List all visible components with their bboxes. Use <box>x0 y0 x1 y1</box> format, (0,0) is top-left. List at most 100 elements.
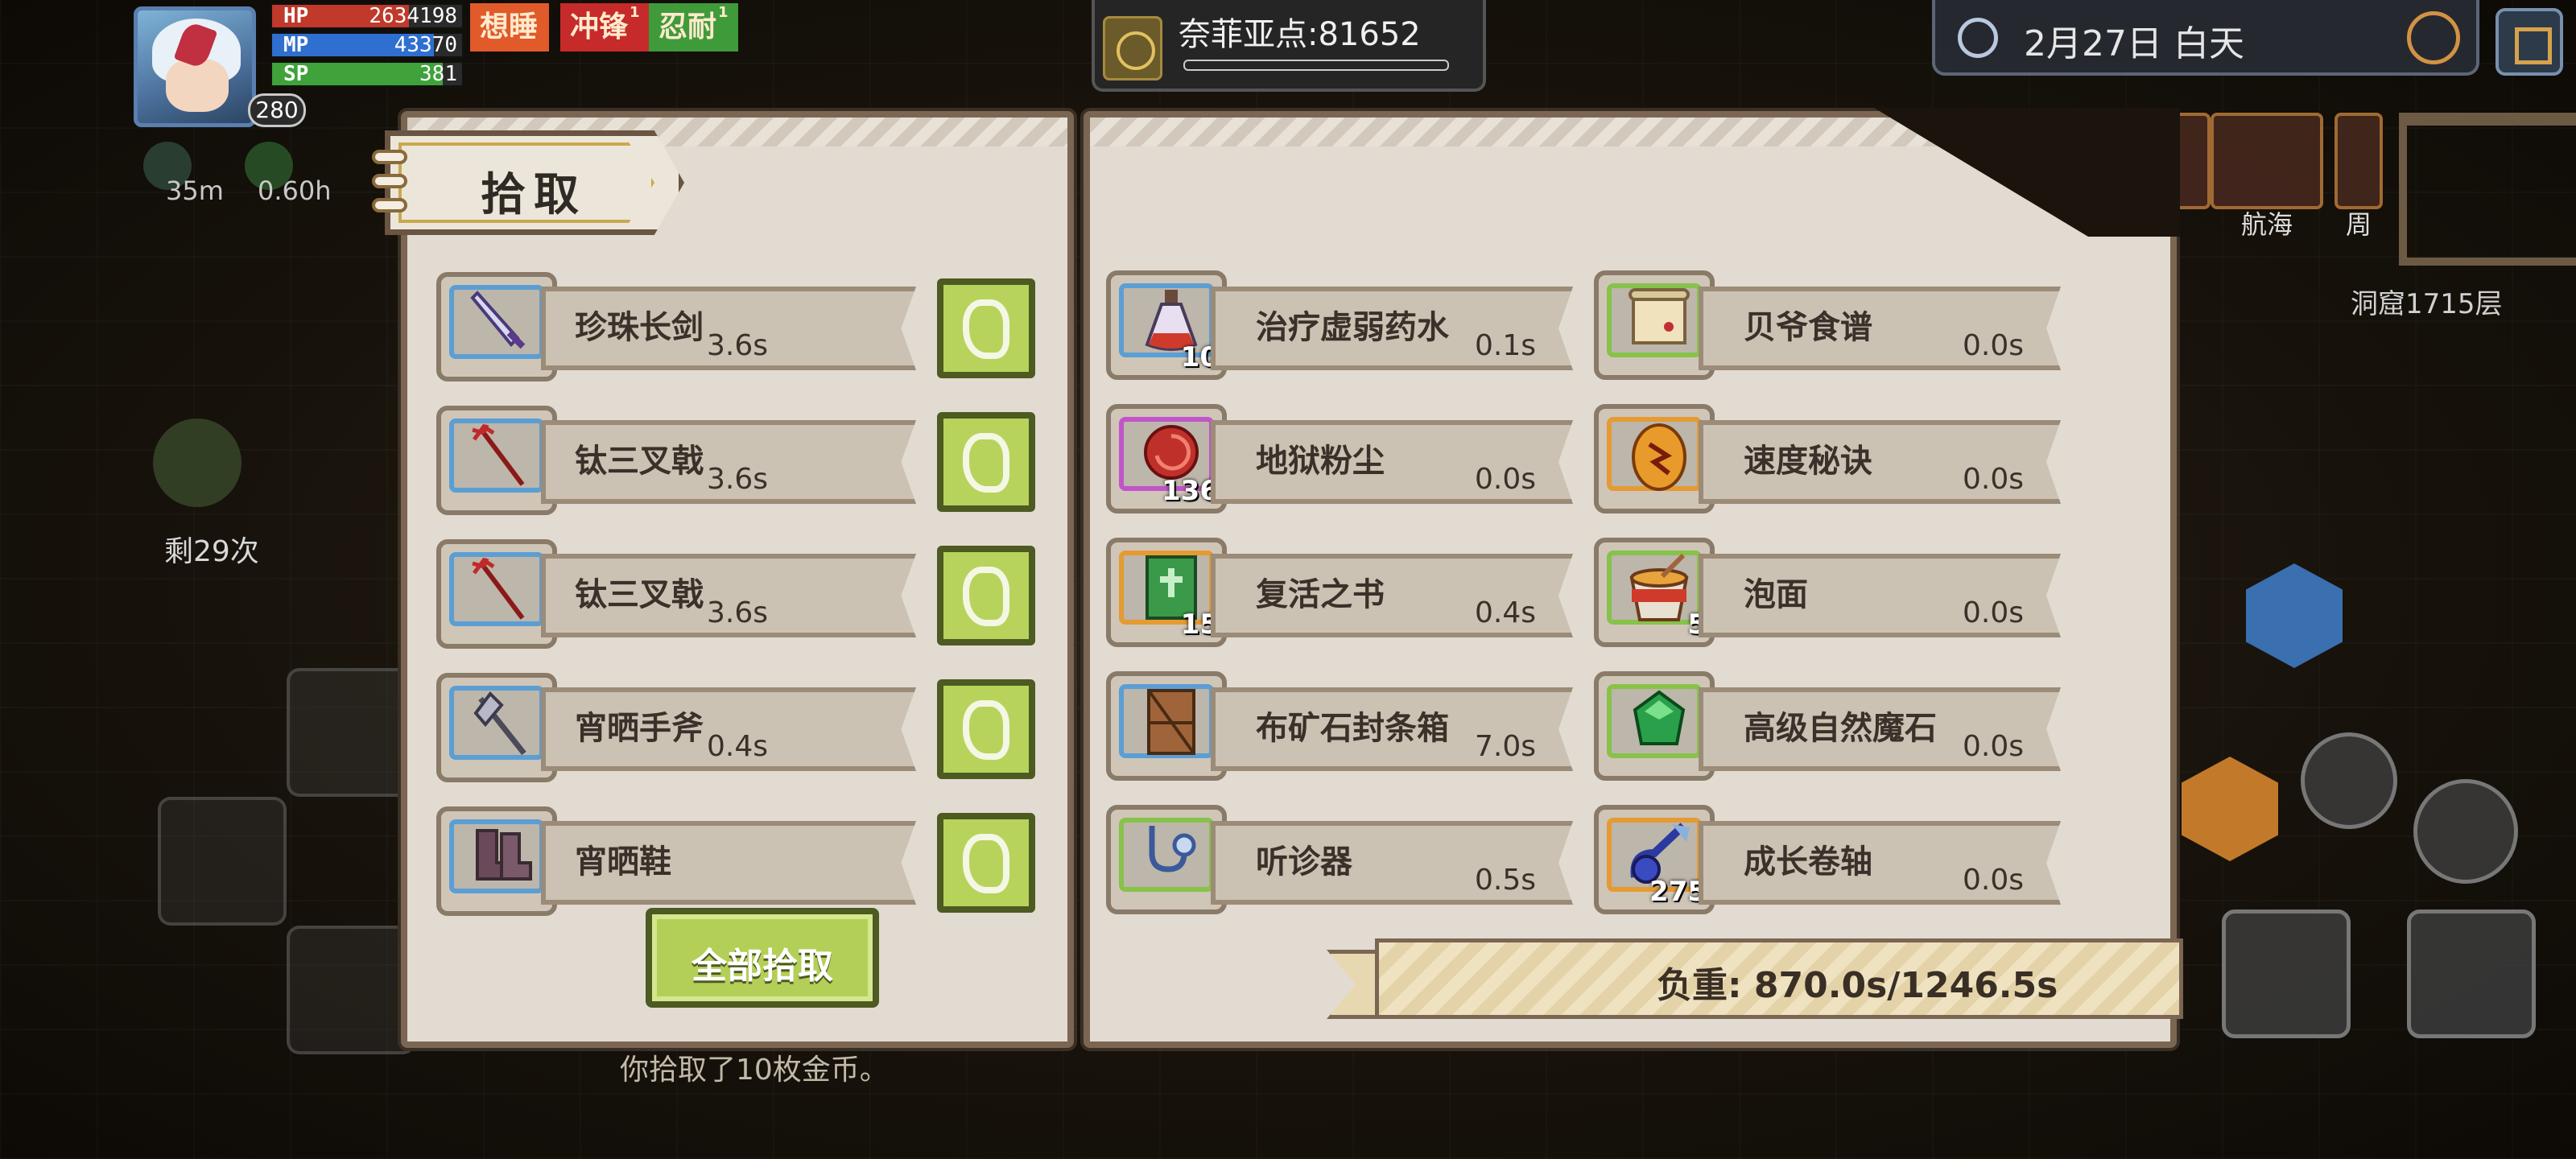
exit-button[interactable] <box>2496 8 2563 76</box>
ring-icon <box>372 150 407 164</box>
list-item[interactable]: 钛三叉戟 3.6s <box>436 406 1053 515</box>
crossed-swords-icon[interactable] <box>153 419 242 507</box>
message-log: 你拾取了10枚金币。 <box>620 1054 889 1087</box>
nephia-points-panel[interactable]: 奈菲亚点:81652 <box>1092 0 1486 92</box>
item-slot <box>1594 671 1715 781</box>
item-slot: 275 <box>1594 805 1715 914</box>
item-slot: 136 <box>1106 404 1227 514</box>
item-plate: 高级自然魔石 0.0s <box>1699 687 2061 771</box>
item-plate: 布矿石封条箱 7.0s <box>1211 687 1573 771</box>
date-text: 2月27日 白天 <box>2024 23 2244 64</box>
bow-attack-button[interactable] <box>2407 909 2536 1038</box>
list-item[interactable]: 宵晒鞋 <box>436 806 1053 916</box>
pick-button[interactable] <box>937 278 1035 378</box>
sp-bar: SP 381 <box>270 61 464 87</box>
right-icon-sailing[interactable]: 航海 <box>2211 113 2323 240</box>
item-slot: 5 <box>1594 538 1715 647</box>
date-panel: 2月27日 白天 <box>1932 0 2479 76</box>
sun-icon <box>1958 18 1998 58</box>
item-plate: 成长卷轴 0.0s <box>1699 821 2061 905</box>
mp-value: 43370 <box>394 33 457 57</box>
star-button[interactable] <box>2413 779 2518 884</box>
axe-icon <box>473 691 526 756</box>
right-icon-weekly[interactable]: 周 <box>2334 113 2383 240</box>
pickup-items-panel: 10 治疗虚弱药水 0.1s 136 地狱粉尘 0.0s 15 复活之书 0.4s <box>1084 108 2180 1048</box>
item-plate: 宵晒手斧 0.4s <box>541 687 916 771</box>
grid-item[interactable]: 高级自然魔石 0.0s <box>1594 671 2077 781</box>
dpad-up[interactable] <box>287 668 415 797</box>
hand-icon <box>963 567 1009 626</box>
noodle-icon <box>1629 554 1689 621</box>
grid-item[interactable]: 136 地狱粉尘 0.0s <box>1106 404 1589 514</box>
ring-icon <box>372 174 407 188</box>
level-badge: 280 <box>248 93 306 127</box>
item-slot <box>1594 404 1715 514</box>
item-plate: 复活之书 0.4s <box>1211 554 1573 637</box>
item-slot <box>1594 270 1715 380</box>
item-name: 宵晒鞋 <box>575 843 671 881</box>
item-slot: 15 <box>1106 538 1227 647</box>
remaining-count: 剩29次 <box>164 535 259 568</box>
grid-item[interactable]: 275 成长卷轴 0.0s <box>1594 805 2077 914</box>
time-rate-text: 0.60h <box>258 175 332 206</box>
nephia-emblem-icon <box>1103 16 1162 80</box>
buff-sleepy[interactable]: 想睡 <box>470 3 550 52</box>
item-weight: 3.6s <box>707 596 769 629</box>
page-title: 拾取 <box>481 169 587 221</box>
egg-icon <box>1632 423 1686 491</box>
pick-button[interactable] <box>937 679 1035 779</box>
pick-all-label: 全部拾取 <box>691 946 833 987</box>
item-plate: 钛三叉戟 3.6s <box>541 554 916 637</box>
item-weight: 3.6s <box>707 463 769 496</box>
sword-icon <box>470 291 526 349</box>
globe-icon[interactable] <box>2407 11 2460 64</box>
sword-attack-button[interactable] <box>2222 909 2351 1038</box>
item-plate: 珍珠长剑 3.6s <box>541 287 916 370</box>
dpad-down[interactable] <box>287 926 415 1054</box>
grid-item[interactable]: 贝爷食谱 0.0s <box>1594 270 2077 380</box>
item-slot <box>436 539 557 649</box>
buff-endure[interactable]: 忍耐 1 <box>649 3 738 52</box>
pickup-list[interactable]: 珍珠长剑 3.6s 钛三叉戟 3.6s 钛三叉戟 3.6s 宵晒手斧 0.4s … <box>436 261 1053 1000</box>
buff-charge[interactable]: 冲锋 1 <box>560 3 650 52</box>
item-name: 钛三叉戟 <box>575 443 704 480</box>
distance-text: 35m <box>166 175 224 206</box>
grid-item[interactable]: 5 泡面 0.0s <box>1594 538 2077 647</box>
character-portrait[interactable] <box>134 6 256 127</box>
weight-ribbon: 负重: 870.0s/1246.5s <box>1327 938 2183 1019</box>
skill-round-button[interactable] <box>2301 732 2397 829</box>
item-plate: 速度秘诀 0.0s <box>1699 420 2061 504</box>
item-plate: 宵晒鞋 <box>541 821 916 905</box>
grid-item[interactable]: 速度秘诀 0.0s <box>1594 404 2077 514</box>
nephia-points-text: 奈菲亚点:81652 <box>1179 16 1421 53</box>
sp-value: 381 <box>419 62 457 86</box>
item-slot <box>436 272 557 382</box>
trident-icon <box>472 423 525 486</box>
item-slot <box>436 806 557 916</box>
grid-item[interactable]: 布矿石封条箱 7.0s <box>1106 671 1589 781</box>
grid-item[interactable]: 听诊器 0.5s <box>1106 805 1589 914</box>
pick-button[interactable] <box>937 412 1035 512</box>
item-slot <box>436 406 557 515</box>
pick-button[interactable] <box>937 813 1035 913</box>
list-item[interactable]: 珍珠长剑 3.6s <box>436 272 1053 382</box>
item-plate: 治疗虚弱药水 0.1s <box>1211 287 1573 370</box>
dpad-left[interactable] <box>158 797 287 926</box>
item-weight: 3.6s <box>707 329 769 362</box>
hp-value: 2634198 <box>369 4 457 28</box>
minimap[interactable] <box>2399 113 2576 266</box>
item-plate: 钛三叉戟 3.6s <box>541 420 916 504</box>
hand-icon <box>963 299 1009 359</box>
crate-icon <box>1147 689 1195 755</box>
list-item[interactable]: 钛三叉戟 3.6s <box>436 539 1053 649</box>
pick-all-button[interactable]: 全部拾取 <box>646 908 879 1008</box>
item-weight: 0.4s <box>707 730 769 763</box>
list-item[interactable]: 宵晒手斧 0.4s <box>436 673 1053 782</box>
scroll-icon <box>1629 288 1690 344</box>
grid-item[interactable]: 15 复活之书 0.4s <box>1106 538 1589 647</box>
grid-item[interactable]: 10 治疗虚弱药水 0.1s <box>1106 270 1589 380</box>
mp-label: MP <box>283 33 309 57</box>
pick-button[interactable] <box>937 546 1035 645</box>
hand-icon <box>963 834 1009 893</box>
item-plate: 泡面 0.0s <box>1699 554 2061 637</box>
